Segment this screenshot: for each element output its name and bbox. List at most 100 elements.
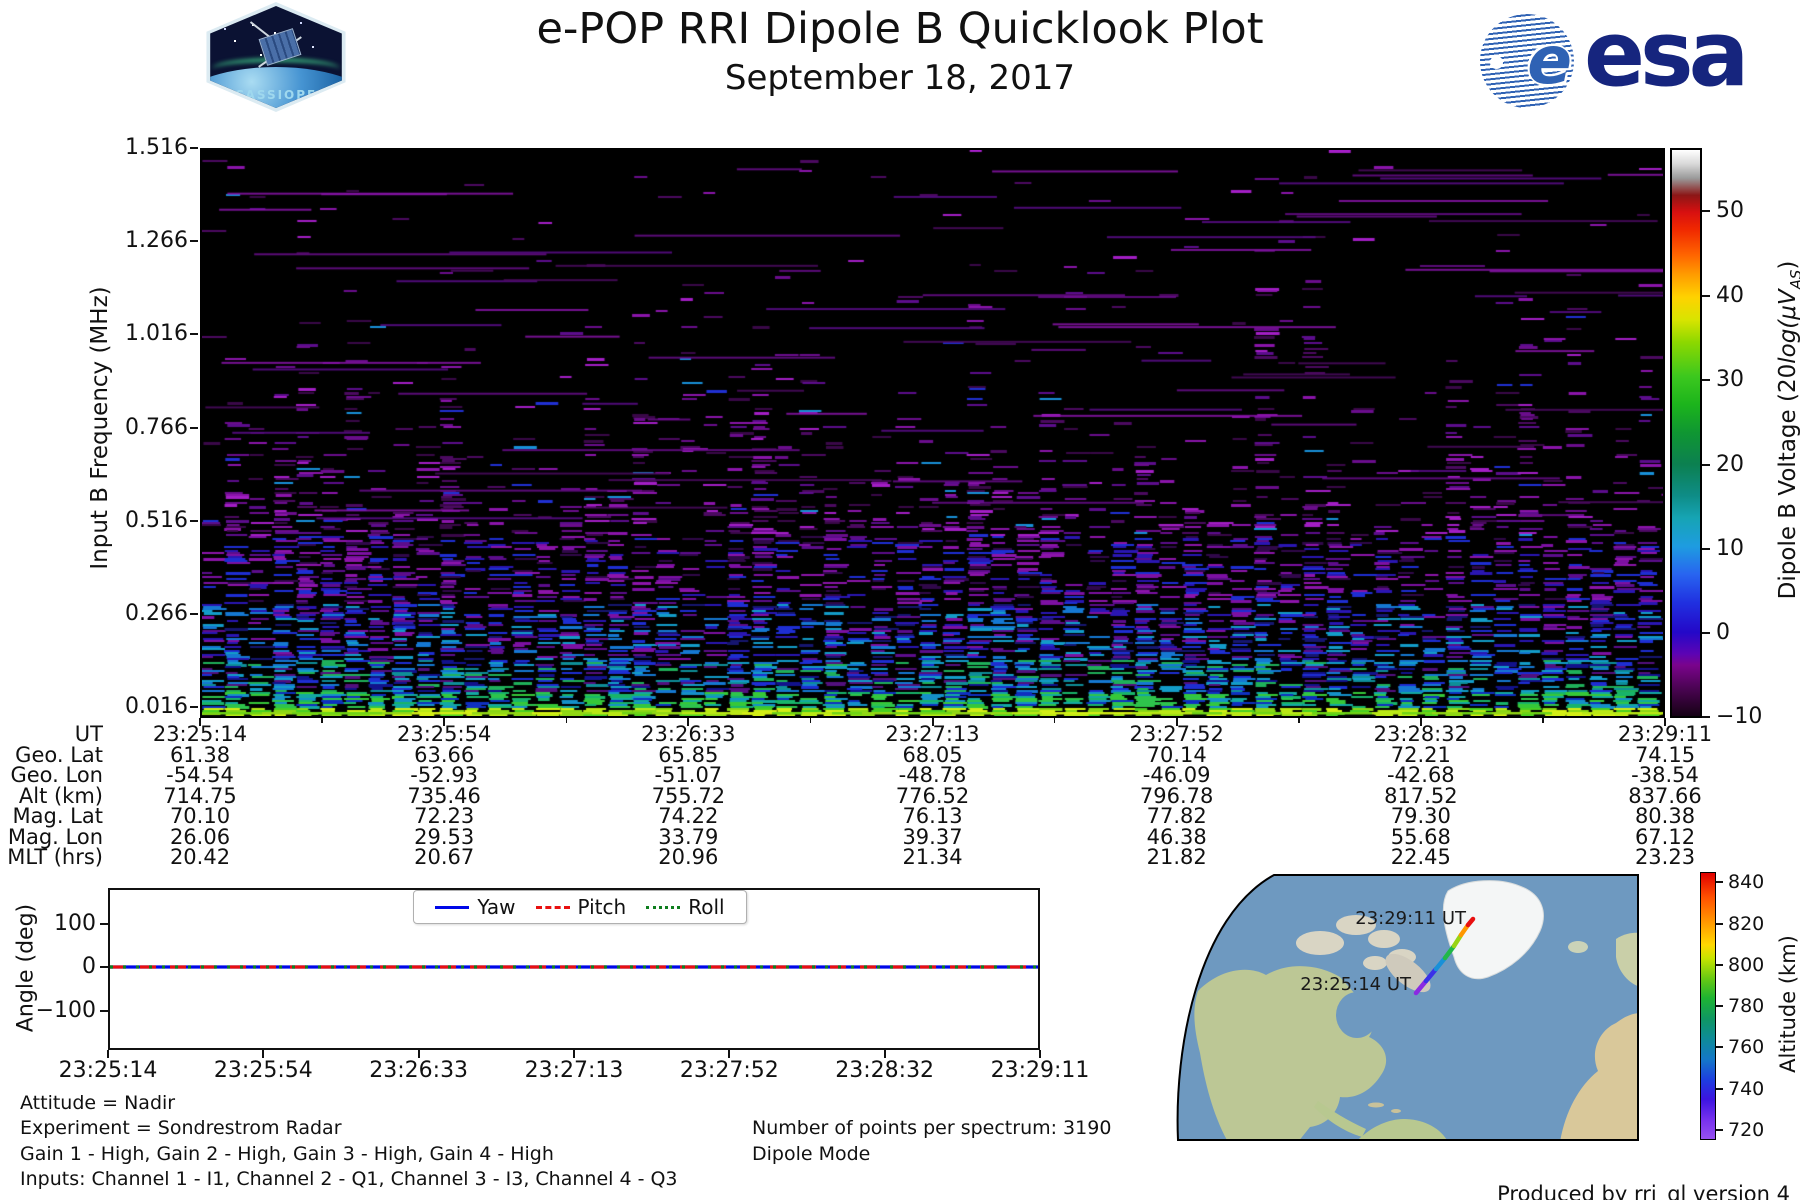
experiment-note: Experiment = Sondrestrom Radar	[20, 1117, 342, 1139]
spectrogram-y-tick	[190, 612, 198, 615]
altitude-colorbar-tick-label: 720	[1728, 1119, 1765, 1141]
spectrogram-plot	[200, 148, 1665, 718]
voltage-colorbar-tick	[1702, 548, 1710, 550]
legend-label-yaw: Yaw	[477, 895, 516, 919]
spectrogram-y-tick	[190, 519, 198, 522]
attitude-note: Attitude = Nadir	[20, 1092, 176, 1114]
ephemeris-cell: 20.42	[169, 845, 231, 869]
angle-x-tick	[262, 1050, 265, 1058]
gain-note: Gain 1 - High, Gain 2 - High, Gain 3 - H…	[20, 1143, 554, 1165]
angle-y-tick	[100, 923, 108, 925]
voltage-colorbar-tick-label: 50	[1716, 198, 1744, 223]
altitude-colorbar-tick-label: 760	[1728, 1036, 1765, 1058]
ephemeris-cell: 20.96	[658, 845, 719, 869]
angle-y-tick-label: 100	[54, 911, 96, 936]
figure-root: e-POP RRI Dipole B Quicklook Plot Septem…	[0, 0, 1800, 1200]
inputs-note: Inputs: Channel 1 - I1, Channel 2 - Q1, …	[20, 1168, 678, 1190]
voltage-colorbar-tick	[1702, 379, 1710, 381]
spectrogram-y-tick	[190, 240, 198, 243]
spectrogram-y-tick-label: 0.016	[125, 694, 188, 719]
esa-globe-icon: e	[1480, 14, 1574, 108]
track-end-time-label: 23:29:11 UT	[1355, 908, 1467, 929]
spectrogram-x-minor-tick	[1298, 718, 1300, 723]
angle-x-tick-label: 23:29:11	[990, 1058, 1090, 1083]
angle-x-tick	[883, 1050, 886, 1058]
angle-x-tick	[573, 1050, 575, 1058]
altitude-colorbar-tick	[1716, 1046, 1723, 1048]
spectrogram-y-tick-label: 1.516	[125, 135, 188, 160]
voltage-colorbar-label: Dipole B Voltage (20log(μVAS)	[1775, 261, 1800, 600]
spectrogram-x-minor-tick	[565, 718, 567, 723]
ephemeris-cell: 23.23	[1634, 845, 1696, 869]
angle-x-tick	[1039, 1050, 1041, 1058]
altitude-colorbar-tick	[1716, 1129, 1723, 1131]
altitude-colorbar-tick	[1716, 1087, 1723, 1090]
legend-label-roll: Roll	[688, 895, 725, 919]
angle-x-tick	[107, 1050, 109, 1058]
ephemeris-cell: 21.82	[1146, 845, 1207, 869]
angle-y-tick-label: −100	[35, 998, 96, 1023]
points-per-spectrum-note: Number of points per spectrum: 3190	[752, 1117, 1112, 1139]
altitude-colorbar-tick	[1716, 881, 1723, 883]
yaw-line-icon	[435, 905, 470, 909]
angle-x-tick-label: 23:26:33	[369, 1058, 469, 1083]
ephemeris-cell: 21.34	[902, 845, 963, 869]
spectrogram-y-tick	[190, 333, 198, 336]
esa-globe-dot	[1490, 56, 1503, 69]
ephemeris-cell: 22.45	[1390, 845, 1451, 869]
produced-by-note: Produced by rri_ql version 4	[1497, 1182, 1790, 1200]
spectrogram-x-minor-tick	[1053, 718, 1056, 723]
spectrogram-y-tick-label: 1.016	[125, 321, 188, 347]
hudson-bay	[1336, 992, 1378, 1038]
track-start-time-label: 23:25:14 UT	[1300, 974, 1412, 995]
voltage-colorbar-tick-label: 10	[1716, 536, 1744, 561]
altitude-colorbar-tick	[1716, 922, 1723, 925]
spectrogram-y-tick-label: 1.266	[125, 228, 188, 254]
cb-label-mid: (μV	[1775, 289, 1800, 329]
voltage-colorbar-tick	[1702, 295, 1710, 297]
altitude-colorbar-tick-label: 740	[1728, 1077, 1765, 1100]
spectrogram-y-tick-label: 0.266	[125, 600, 188, 626]
legend-item-yaw: Yaw	[435, 895, 516, 919]
angle-x-tick	[417, 1050, 420, 1058]
cb-label-prefix: Dipole B Voltage (20	[1775, 363, 1800, 600]
altitude-colorbar-tick-label: 840	[1728, 871, 1765, 893]
altitude-colorbar	[1700, 872, 1716, 1140]
voltage-colorbar-tick-label: 0	[1716, 620, 1730, 645]
legend-item-roll: Roll	[646, 895, 725, 919]
voltage-colorbar-tick-label: −10	[1716, 704, 1763, 729]
angle-y-tick	[100, 1010, 108, 1012]
esa-wordmark: esa	[1584, 2, 1749, 107]
pitch-line-icon	[535, 905, 570, 909]
voltage-colorbar-tick	[1702, 716, 1710, 718]
voltage-colorbar-tick-label: 30	[1716, 367, 1744, 392]
legend-item-pitch: Pitch	[535, 895, 626, 919]
altitude-colorbar-tick-label: 800	[1728, 954, 1765, 976]
spectrogram-y-tick	[190, 426, 198, 429]
angle-plot-legend: Yaw Pitch Roll	[413, 890, 747, 924]
spectrogram-x-minor-tick	[1542, 718, 1544, 723]
spectrogram-y-tick-label: 0.766	[125, 414, 188, 440]
altitude-colorbar-tick-label: 780	[1728, 995, 1765, 1017]
spectrogram-y-tick	[190, 706, 198, 708]
angle-x-tick-label: 23:27:52	[679, 1058, 779, 1083]
angle-x-tick-label: 23:27:13	[524, 1058, 624, 1083]
voltage-colorbar-tick-label: 40	[1716, 283, 1744, 308]
voltage-colorbar-tick-label: 20	[1716, 452, 1744, 477]
altitude-colorbar-tick-label: 820	[1728, 912, 1765, 935]
voltage-colorbar-tick	[1702, 464, 1710, 466]
cb-label-sub: AS	[1786, 269, 1800, 290]
angle-x-tick-label: 23:25:54	[213, 1058, 313, 1083]
spectrogram-y-tick	[190, 147, 198, 149]
spectrogram-x-minor-tick	[321, 718, 323, 723]
roll-line-icon	[646, 905, 681, 909]
angle-x-tick-label: 23:25:14	[58, 1058, 158, 1083]
altitude-colorbar-tick	[1716, 1005, 1723, 1007]
angle-x-tick	[728, 1050, 731, 1058]
ephemeris-cell: 20.67	[414, 845, 475, 869]
voltage-colorbar-tick	[1702, 632, 1710, 634]
dipole-mode-note: Dipole Mode	[752, 1143, 871, 1165]
ephemeris-row-label: UT	[74, 722, 103, 746]
ephemeris-row-label: Mag. Lat	[12, 804, 103, 828]
spectrogram-y-tick-label: 0.516	[125, 507, 188, 533]
